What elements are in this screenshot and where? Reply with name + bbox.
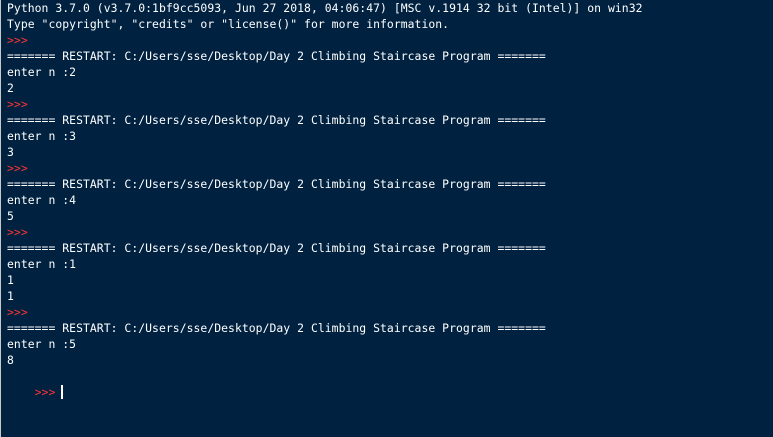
shell-line-banner: Type "copyright", "credits" or "license(… — [7, 16, 773, 32]
shell-text: enter n :1 — [7, 257, 77, 271]
shell-text: Python 3.7.0 (v3.7.0:1bf9cc5093, Jun 27 … — [7, 1, 643, 15]
prompt-marker: >>> — [7, 225, 35, 239]
active-prompt: >>> — [34, 385, 56, 399]
prompt-marker: >>> — [7, 161, 35, 175]
shell-text: enter n :4 — [7, 193, 77, 207]
active-prompt-line[interactable]: >>> — [7, 368, 773, 399]
shell-line-prompt: >>> — [7, 160, 773, 176]
shell-line-input: enter n :5 — [7, 336, 773, 352]
shell-line-restart: ======= RESTART: C:/Users/sse/Desktop/Da… — [7, 112, 773, 128]
text-cursor — [61, 385, 64, 399]
shell-text: enter n :2 — [7, 65, 77, 79]
shell-line-output: 1 — [7, 272, 773, 288]
shell-text: ======= RESTART: C:/Users/sse/Desktop/Da… — [7, 321, 546, 335]
prompt-marker: >>> — [7, 97, 35, 111]
shell-line-prompt: >>> — [7, 96, 773, 112]
shell-line-output: 8 — [7, 352, 773, 368]
shell-line-output: 5 — [7, 208, 773, 224]
shell-line-input: enter n :1 — [7, 256, 773, 272]
shell-text: ======= RESTART: C:/Users/sse/Desktop/Da… — [7, 49, 546, 63]
shell-text: enter n :5 — [7, 337, 77, 351]
shell-line-input: enter n :3 — [7, 128, 773, 144]
shell-text: 1 — [7, 273, 14, 287]
shell-line-restart: ======= RESTART: C:/Users/sse/Desktop/Da… — [7, 176, 773, 192]
shell-text: Type "copyright", "credits" or "license(… — [7, 17, 450, 31]
shell-line-restart: ======= RESTART: C:/Users/sse/Desktop/Da… — [7, 240, 773, 256]
prompt-marker: >>> — [7, 305, 35, 319]
shell-text: 3 — [7, 145, 14, 159]
shell-line-restart: ======= RESTART: C:/Users/sse/Desktop/Da… — [7, 48, 773, 64]
shell-line-input: enter n :4 — [7, 192, 773, 208]
shell-line-output: 3 — [7, 144, 773, 160]
shell-line-prompt: >>> — [7, 304, 773, 320]
shell-text: 5 — [7, 209, 14, 223]
shell-line-prompt: >>> — [7, 224, 773, 240]
shell-line-banner: Python 3.7.0 (v3.7.0:1bf9cc5093, Jun 27 … — [7, 0, 773, 16]
shell-output-area: Python 3.7.0 (v3.7.0:1bf9cc5093, Jun 27 … — [7, 0, 773, 368]
shell-text: 2 — [7, 81, 14, 95]
shell-line-input: enter n :2 — [7, 64, 773, 80]
shell-line-prompt: >>> — [7, 32, 773, 48]
shell-text: ======= RESTART: C:/Users/sse/Desktop/Da… — [7, 241, 546, 255]
shell-line-output: 2 — [7, 80, 773, 96]
prompt-marker: >>> — [7, 33, 35, 47]
shell-text: ======= RESTART: C:/Users/sse/Desktop/Da… — [7, 113, 546, 127]
shell-line-output: 1 — [7, 288, 773, 304]
shell-text: 1 — [7, 289, 14, 303]
shell-text: enter n :3 — [7, 129, 77, 143]
python-shell-window[interactable]: Python 3.7.0 (v3.7.0:1bf9cc5093, Jun 27 … — [0, 0, 773, 437]
shell-text: 8 — [7, 353, 14, 367]
shell-line-restart: ======= RESTART: C:/Users/sse/Desktop/Da… — [7, 320, 773, 336]
shell-text: ======= RESTART: C:/Users/sse/Desktop/Da… — [7, 177, 546, 191]
